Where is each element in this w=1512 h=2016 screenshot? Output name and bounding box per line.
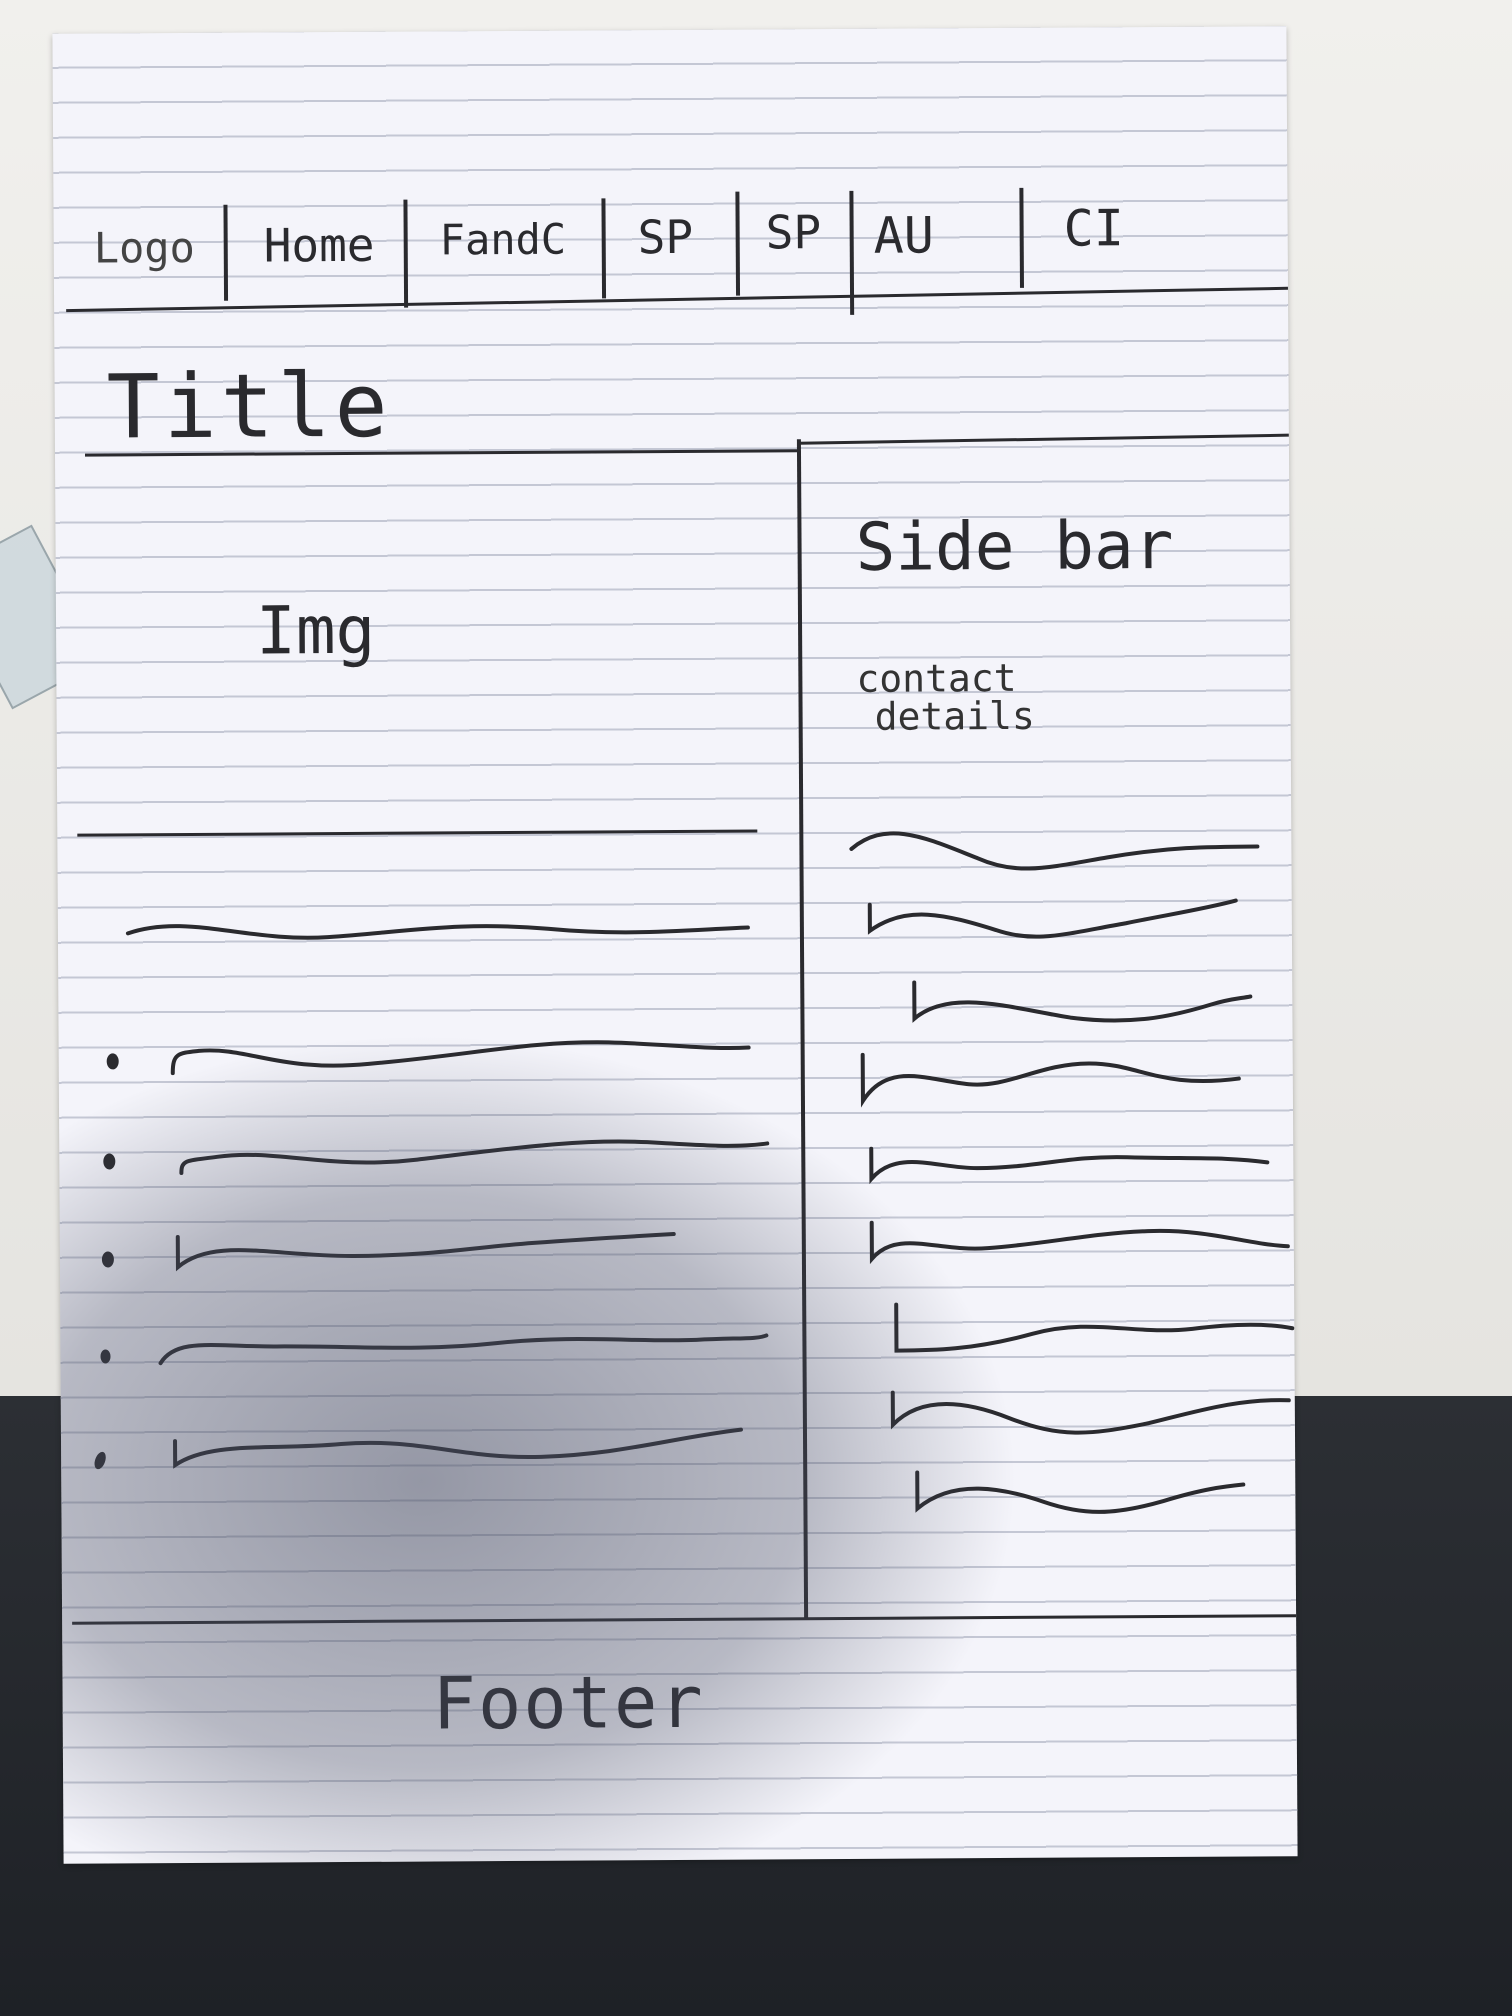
image-placeholder: Img: [255, 591, 376, 670]
list-item-text-placeholder: [173, 1427, 743, 1469]
sidebar-heading: Side bar: [855, 506, 1174, 586]
nav-item-ci[interactable]: CI: [1063, 199, 1124, 257]
nav-divider: [1019, 187, 1024, 288]
sidebar-top-rule: [798, 433, 1289, 445]
list-item-text-placeholder: [175, 1232, 676, 1272]
nav-item-home[interactable]: Home: [264, 218, 375, 273]
nav-item-fandc[interactable]: FandC: [440, 215, 567, 265]
list-item-text-placeholder: [158, 1333, 769, 1366]
nav-item-sp-2[interactable]: SP: [765, 205, 821, 259]
list-item-text-placeholder: [170, 1040, 751, 1076]
sidebar-text-placeholder: [869, 1146, 1270, 1185]
nav-item-sp-1[interactable]: SP: [638, 210, 694, 264]
nav-bottom-rule: [66, 286, 1288, 313]
bullet-dot: [103, 1153, 116, 1170]
page-title: Title: [106, 353, 392, 459]
nav-item-au[interactable]: AU: [873, 206, 934, 264]
image-bottom-rule: [77, 829, 758, 837]
bullet-dot: [92, 1450, 108, 1471]
sidebar-text-placeholder: [912, 980, 1253, 1023]
nav-divider: [223, 204, 229, 301]
footer-top-rule: [72, 1614, 1297, 1625]
content-sidebar-divider: [796, 439, 809, 1620]
sidebar-text-placeholder: [890, 1390, 1291, 1435]
bullet-dot: [106, 1053, 119, 1070]
sidebar-text-placeholder: [867, 898, 1238, 939]
sidebar-text-placeholder: [860, 1052, 1241, 1108]
nav-divider: [403, 199, 409, 308]
wireframe-sketch-paper: Logo Home FandC SP SP AU CI Title Img Si…: [52, 26, 1298, 1864]
paragraph-text-placeholder: [125, 924, 750, 940]
sidebar-text-placeholder: [849, 831, 1260, 871]
nav-divider: [735, 191, 741, 296]
bullet-dot: [100, 1349, 111, 1364]
list-item-text-placeholder: [179, 1139, 770, 1176]
bullet-dot: [101, 1251, 114, 1268]
footer-label: Footer: [432, 1659, 705, 1746]
contact-details-label-line2: details: [874, 693, 1035, 739]
nav-divider: [601, 198, 607, 299]
sidebar-text-placeholder: [894, 1302, 1295, 1353]
sidebar-text-placeholder: [915, 1470, 1246, 1514]
sidebar-text-placeholder: [869, 1220, 1290, 1265]
logo[interactable]: Logo: [94, 223, 195, 273]
